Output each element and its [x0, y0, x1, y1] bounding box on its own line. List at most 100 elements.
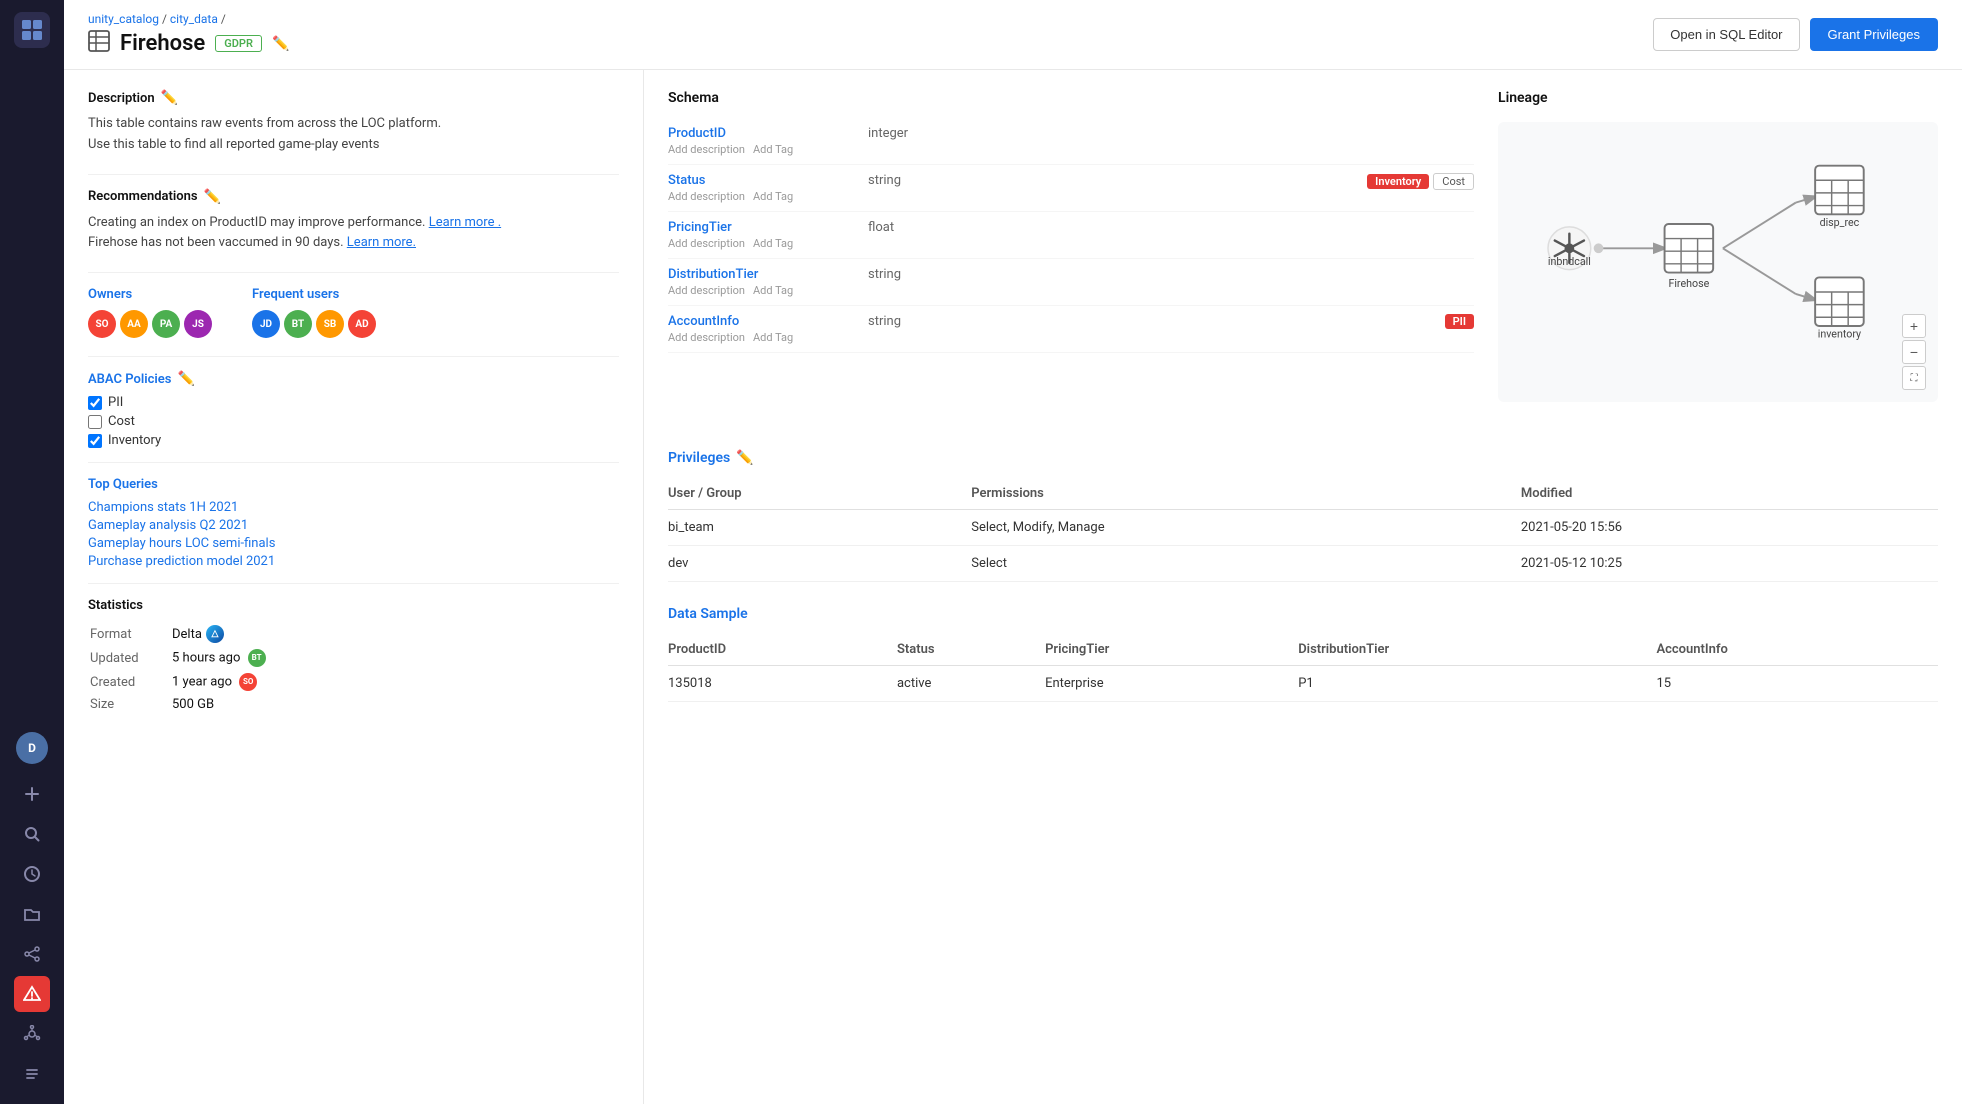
ds-col-accountinfo: AccountInfo	[1656, 634, 1938, 666]
abac-policies-list: PII Cost Inventory	[88, 395, 619, 448]
schema-field-pricingtier[interactable]: PricingTier	[668, 220, 868, 235]
ds-col-pricingtier: PricingTier	[1045, 634, 1298, 666]
lineage-svg: inbndcall Firehose	[1514, 138, 1922, 378]
recommendations-edit-icon[interactable]: ✏️	[204, 189, 221, 205]
query-3[interactable]: Gameplay hours LOC semi-finals	[88, 536, 619, 551]
recommendations-line1: Creating an index on ProductID may impro…	[88, 213, 619, 234]
updated-label: Updated	[90, 647, 170, 669]
sidebar-icon-plus[interactable]	[14, 776, 50, 812]
open-sql-editor-button[interactable]: Open in SQL Editor	[1653, 18, 1799, 51]
schema-add-tag-status[interactable]: Add Tag	[753, 190, 793, 203]
learn-more-link-1[interactable]: Learn more .	[429, 215, 501, 230]
stat-row-updated: Updated 5 hours ago BT	[90, 647, 617, 669]
privileges-modified-dev: 2021-05-12 10:25	[1521, 546, 1938, 582]
sidebar-icon-graph[interactable]	[14, 1016, 50, 1052]
lineage-fullscreen[interactable]: ⛶	[1902, 366, 1926, 390]
abac-checkbox-inventory[interactable]	[88, 434, 102, 448]
schema-add-tag-pricingtier[interactable]: Add Tag	[753, 237, 793, 250]
top-queries-link[interactable]: Top Queries	[88, 477, 158, 492]
abac-label-pii: PII	[108, 395, 123, 410]
grant-privileges-button[interactable]: Grant Privileges	[1810, 18, 1938, 51]
recommendations-section-title: Recommendations ✏️	[88, 189, 619, 205]
schema-field-distributiontier[interactable]: DistributionTier	[668, 267, 868, 282]
frequent-user-avatar-jd: JD	[252, 310, 280, 338]
frequent-users-link[interactable]: Frequent users	[252, 287, 339, 302]
schema-section: Schema ProductID Add description Add Tag…	[668, 90, 1474, 426]
format-label: Format	[90, 623, 170, 645]
query-1[interactable]: Champions stats 1H 2021	[88, 500, 619, 515]
schema-add-desc-distributiontier[interactable]: Add description	[668, 284, 745, 297]
abac-edit-icon[interactable]: ✏️	[177, 371, 194, 387]
ds-cell-pricingtier: Enterprise	[1045, 666, 1298, 702]
description-line1: This table contains raw events from acro…	[88, 114, 619, 135]
lineage-zoom-out[interactable]: −	[1902, 340, 1926, 364]
schema-field-status[interactable]: Status	[668, 173, 868, 188]
query-4[interactable]: Purchase prediction model 2021	[88, 554, 619, 569]
schema-add-tag-accountinfo[interactable]: Add Tag	[753, 331, 793, 344]
tag-cost-status: Cost	[1433, 173, 1474, 190]
schema-type-accountinfo: string	[868, 314, 1445, 329]
data-sample-section: Data Sample ProductID Status PricingTier…	[668, 606, 1938, 702]
frequent-users-section: Frequent users JD BT SB AD	[252, 287, 376, 338]
privileges-title: Privileges	[668, 450, 730, 466]
owners-frequent-users: Owners SO AA PA JS Frequent users JD	[88, 287, 619, 338]
frequent-user-avatar-bt: BT	[284, 310, 312, 338]
statistics-title: Statistics	[88, 598, 619, 613]
sidebar-icon-clock[interactable]	[14, 856, 50, 892]
stat-row-format: Format Delta △	[90, 623, 617, 645]
page-header: unity_catalog / city_data / Firehose GDP…	[64, 0, 1962, 70]
sidebar-logo	[14, 12, 50, 48]
recommendations-body: Creating an index on ProductID may impro…	[88, 213, 619, 255]
title-row: Firehose GDPR ✏️	[88, 30, 289, 57]
frequent-users-title: Frequent users	[252, 287, 376, 302]
recommendations-line2: Firehose has not been vaccumed in 90 day…	[88, 233, 619, 254]
svg-text:inbndcall: inbndcall	[1548, 255, 1591, 268]
owner-avatar-aa: AA	[120, 310, 148, 338]
schema-field-accountinfo[interactable]: AccountInfo	[668, 314, 868, 329]
schema-add-desc-productid[interactable]: Add description	[668, 143, 745, 156]
lineage-zoom-in[interactable]: +	[1902, 314, 1926, 338]
learn-more-link-2[interactable]: Learn more.	[347, 235, 416, 250]
privileges-permissions-bi-team: Select, Modify, Manage	[971, 510, 1521, 546]
owner-avatar-so: SO	[88, 310, 116, 338]
schema-add-desc-accountinfo[interactable]: Add description	[668, 331, 745, 344]
privileges-col-permissions: Permissions	[971, 478, 1521, 510]
schema-add-tag-productid[interactable]: Add Tag	[753, 143, 793, 156]
breadcrumb-city-data[interactable]: city_data	[170, 12, 218, 26]
tag-pii-accountinfo: PII	[1445, 314, 1474, 329]
abac-link[interactable]: ABAC Policies	[88, 372, 171, 387]
schema-add-desc-status[interactable]: Add description	[668, 190, 745, 203]
delta-badge: Delta △	[172, 625, 224, 643]
description-edit-icon[interactable]: ✏️	[161, 90, 178, 106]
schema-row-pricingtier: PricingTier Add description Add Tag floa…	[668, 212, 1474, 259]
svg-text:Firehose: Firehose	[1668, 277, 1709, 290]
breadcrumb-unity-catalog[interactable]: unity_catalog	[88, 12, 159, 26]
owners-link[interactable]: Owners	[88, 287, 132, 302]
schema-field-productid[interactable]: ProductID	[668, 126, 868, 141]
frequent-users-avatars: JD BT SB AD	[252, 310, 376, 338]
svg-text:inventory: inventory	[1818, 328, 1861, 341]
sidebar-icon-alert[interactable]	[14, 976, 50, 1012]
top-queries-title: Top Queries	[88, 477, 619, 492]
sidebar-icon-folder[interactable]	[14, 896, 50, 932]
sidebar-icon-share[interactable]	[14, 936, 50, 972]
privileges-col-modified: Modified	[1521, 478, 1938, 510]
sidebar-icon-search[interactable]	[14, 816, 50, 852]
size-value: 500 GB	[172, 695, 617, 714]
abac-policy-cost: Cost	[88, 414, 619, 429]
title-edit-icon[interactable]: ✏️	[272, 36, 289, 52]
privileges-col-user: User / Group	[668, 478, 971, 510]
abac-checkbox-pii[interactable]	[88, 396, 102, 410]
privileges-row-bi-team: bi_team Select, Modify, Manage 2021-05-2…	[668, 510, 1938, 546]
schema-add-desc-pricingtier[interactable]: Add description	[668, 237, 745, 250]
updated-value: 5 hours ago BT	[172, 647, 617, 669]
schema-add-tag-distributiontier[interactable]: Add Tag	[753, 284, 793, 297]
query-2[interactable]: Gameplay analysis Q2 2021	[88, 518, 619, 533]
user-avatar[interactable]: D	[16, 732, 48, 764]
ds-cell-distributiontier: P1	[1298, 666, 1656, 702]
owner-avatar-js: JS	[184, 310, 212, 338]
abac-checkbox-cost[interactable]	[88, 415, 102, 429]
privileges-edit-icon[interactable]: ✏️	[736, 450, 753, 466]
sidebar-icon-list[interactable]	[14, 1056, 50, 1092]
lineage-section: Lineage	[1498, 90, 1938, 426]
